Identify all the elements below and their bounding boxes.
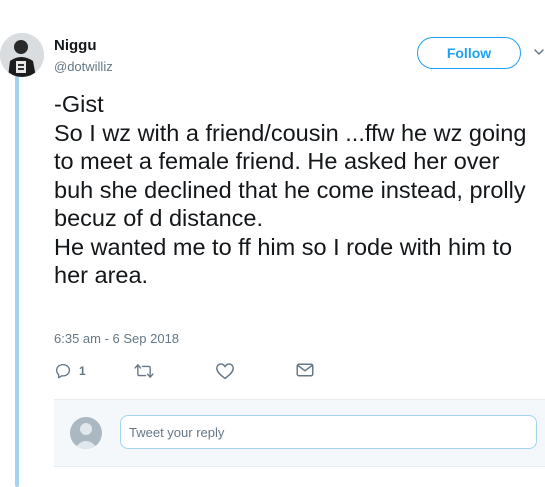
chevron-down-icon[interactable]: [533, 46, 545, 58]
avatar-image: [0, 33, 44, 77]
envelope-icon: [296, 363, 314, 377]
user-avatar: [70, 417, 102, 449]
reply-box: [54, 399, 545, 467]
default-avatar-icon: [74, 423, 98, 449]
direct-message-button[interactable]: [296, 362, 314, 378]
author-avatar[interactable]: [0, 33, 44, 77]
like-button[interactable]: [215, 362, 235, 380]
retweet-button[interactable]: [134, 362, 154, 380]
author-name[interactable]: Niggu: [54, 37, 97, 54]
author-handle[interactable]: @dotwilliz: [54, 59, 113, 74]
tweet-text: -Gist So I wz with a friend/cousin ...ff…: [54, 91, 527, 288]
thread-line: [15, 68, 19, 487]
reply-icon: [55, 363, 71, 379]
reply-count: 1: [79, 364, 86, 378]
heart-icon: [216, 363, 234, 380]
follow-button[interactable]: Follow: [417, 37, 521, 69]
reply-input[interactable]: [120, 415, 537, 449]
retweet-icon: [134, 364, 154, 378]
tweet-timestamp[interactable]: 6:35 am - 6 Sep 2018: [54, 331, 179, 346]
reply-button[interactable]: 1: [54, 362, 86, 380]
